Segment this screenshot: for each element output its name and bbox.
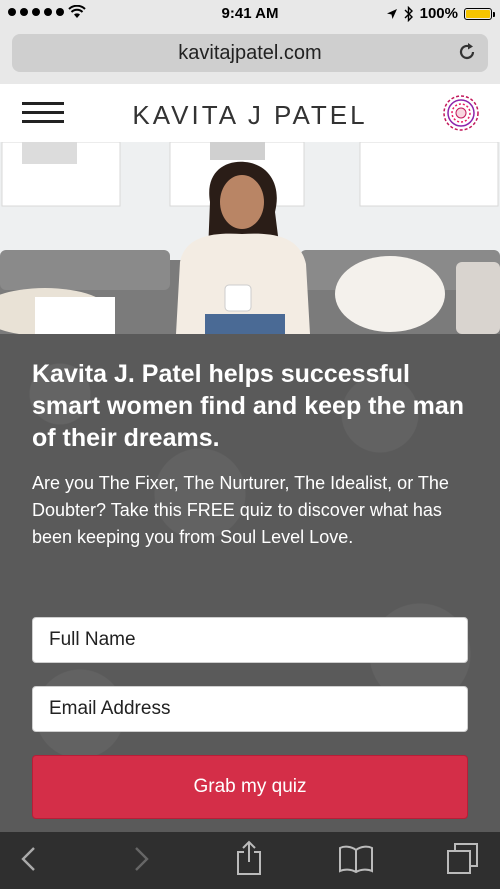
subtext: Are you The Fixer, The Nurturer, The Ide… bbox=[32, 473, 449, 547]
email-input[interactable] bbox=[32, 686, 468, 732]
full-name-input[interactable] bbox=[32, 617, 468, 663]
browser-toolbar bbox=[0, 832, 500, 889]
status-right: 100% bbox=[386, 5, 495, 22]
back-icon[interactable] bbox=[18, 844, 40, 874]
site-header: KAVITA J PATEL bbox=[0, 84, 500, 142]
forward-icon[interactable] bbox=[130, 844, 152, 874]
hero-illustration bbox=[0, 142, 500, 334]
share-icon[interactable] bbox=[234, 840, 264, 876]
status-bar: 9:41 AM 100% bbox=[0, 0, 500, 28]
battery-icon bbox=[464, 7, 495, 20]
headline: Kavita J. Patel helps successful smart w… bbox=[32, 360, 465, 452]
site-logo-text[interactable]: KAVITA J PATEL bbox=[0, 100, 500, 131]
url-text[interactable]: kavitajpatel.com bbox=[12, 42, 488, 65]
hero-photo bbox=[0, 142, 500, 334]
tabs-icon[interactable] bbox=[446, 842, 480, 876]
address-bar[interactable]: kavitajpatel.com bbox=[12, 34, 488, 72]
browser-chrome: kavitajpatel.com bbox=[0, 28, 500, 84]
bookmarks-icon[interactable] bbox=[338, 844, 374, 874]
mandala-logo-icon[interactable] bbox=[442, 94, 480, 132]
grab-quiz-button[interactable]: Grab my quiz bbox=[32, 755, 468, 819]
location-icon bbox=[386, 8, 397, 19]
battery-fill bbox=[466, 9, 490, 18]
battery-percent: 100% bbox=[419, 5, 458, 22]
reload-icon[interactable] bbox=[456, 41, 478, 63]
optin-form-area: Kavita J. Patel helps successful smart w… bbox=[0, 334, 500, 832]
bluetooth-icon bbox=[404, 5, 413, 22]
